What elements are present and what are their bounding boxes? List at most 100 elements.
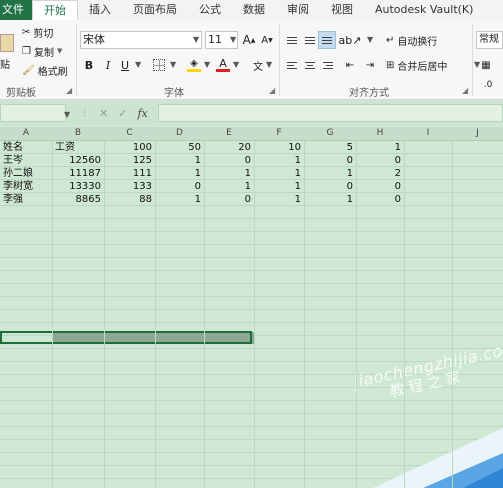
cell[interactable]: 20 (204, 141, 251, 154)
column-header[interactable]: I (404, 128, 452, 138)
cell[interactable]: 133 (104, 180, 152, 193)
phonetic-button[interactable]: 文 (250, 56, 266, 74)
cell[interactable]: 1 (155, 193, 201, 206)
font-launcher-icon[interactable]: ◢ (269, 86, 275, 95)
chevron-down-icon[interactable]: ▼ (230, 35, 236, 44)
orientation-button[interactable]: ab↗ (339, 31, 362, 49)
tab-5[interactable]: 数据 (232, 0, 276, 20)
merge-center-button[interactable]: ⊞ 合并后居中 (386, 56, 470, 74)
cell[interactable]: 0 (304, 180, 353, 193)
cell[interactable]: 0 (304, 154, 353, 167)
column-header[interactable]: F (254, 128, 304, 138)
wrap-text-button[interactable]: ↵ 自动换行 (386, 31, 450, 49)
tab-1[interactable]: 开始 (32, 0, 78, 20)
tab-8[interactable]: Autodesk Vault(K) (364, 0, 484, 20)
cell[interactable]: 0 (356, 180, 401, 193)
column-header[interactable]: C (104, 128, 155, 138)
cell[interactable]: 88 (104, 193, 152, 206)
chevron-down-icon[interactable]: ▼ (193, 35, 199, 44)
currency-button[interactable]: ▦ (478, 56, 494, 74)
tab-6[interactable]: 审阅 (276, 0, 320, 20)
chevron-down-icon[interactable]: ▼ (170, 60, 176, 69)
cell[interactable]: 姓名 (0, 141, 49, 154)
cut-button[interactable]: ✂ 剪切 (22, 24, 53, 40)
cell[interactable]: 50 (155, 141, 201, 154)
cell[interactable]: 8865 (52, 193, 101, 206)
column-header[interactable]: H (356, 128, 404, 138)
alignment-launcher-icon[interactable]: ◢ (462, 86, 468, 95)
column-header[interactable]: A (0, 128, 52, 138)
tab-file[interactable]: 文件 (0, 0, 32, 20)
chevron-down-icon[interactable]: ▼ (64, 110, 70, 119)
cell[interactable]: 1 (155, 167, 201, 180)
cell[interactable]: 1 (204, 180, 251, 193)
chevron-down-icon[interactable]: ▼ (233, 60, 239, 69)
align-bottom-button[interactable] (318, 31, 336, 49)
underline-button[interactable]: U (118, 56, 132, 74)
chevron-down-icon[interactable]: ▼ (204, 60, 210, 69)
enter-icon[interactable]: ✓ (118, 107, 127, 120)
cell[interactable]: 1 (304, 193, 353, 206)
tab-4[interactable]: 公式 (188, 0, 232, 20)
cell[interactable]: 李强 (0, 193, 49, 206)
column-header[interactable]: D (155, 128, 204, 138)
insert-function-icon[interactable]: fx (137, 107, 147, 120)
chevron-down-icon[interactable]: ▼ (266, 60, 272, 69)
grow-font-button[interactable]: A ▲ (242, 31, 256, 49)
cell[interactable]: 1 (254, 180, 301, 193)
clipboard-launcher-icon[interactable]: ◢ (66, 86, 72, 95)
italic-button[interactable]: I (101, 56, 115, 74)
cell[interactable]: 2 (356, 167, 401, 180)
cell[interactable]: 王岑 (0, 154, 49, 167)
number-format-field[interactable]: 常规 (476, 31, 503, 49)
cell[interactable]: 李树宽 (0, 180, 49, 193)
cell[interactable]: 10 (254, 141, 301, 154)
copy-button[interactable]: ❐ 复制 ▼ (22, 43, 62, 59)
formula-input[interactable] (158, 104, 503, 122)
chevron-down-icon[interactable]: ▼ (135, 60, 141, 69)
cell[interactable]: 1 (155, 154, 201, 167)
cell[interactable]: 孙二娘 (0, 167, 49, 180)
align-middle-button[interactable] (302, 31, 318, 49)
cell[interactable]: 0 (356, 154, 401, 167)
tab-2[interactable]: 插入 (78, 0, 122, 20)
fill-color-button[interactable]: ◈ (186, 56, 202, 74)
cell[interactable]: 11187 (52, 167, 101, 180)
column-header[interactable]: E (204, 128, 254, 138)
font-color-button[interactable]: A (215, 56, 231, 74)
align-left-button[interactable] (284, 56, 300, 74)
cell[interactable]: 0 (155, 180, 201, 193)
increase-decimal-button[interactable]: .0 (480, 76, 496, 94)
cell[interactable]: 1 (254, 154, 301, 167)
cell[interactable]: 1 (204, 167, 251, 180)
cell[interactable]: 1 (254, 193, 301, 206)
paste-button[interactable]: 贴 (0, 32, 18, 74)
cell[interactable]: 100 (104, 141, 152, 154)
tab-3[interactable]: 页面布局 (122, 0, 188, 20)
cell[interactable]: 111 (104, 167, 152, 180)
align-top-button[interactable] (284, 31, 300, 49)
font-name-field[interactable]: 宋体 (80, 31, 202, 49)
borders-button[interactable] (150, 56, 168, 74)
cell[interactable]: 0 (204, 193, 251, 206)
chevron-down-icon[interactable]: ▼ (367, 35, 373, 44)
cell[interactable]: 125 (104, 154, 152, 167)
align-right-button[interactable] (320, 56, 336, 74)
column-header[interactable]: B (52, 128, 104, 138)
decrease-indent-button[interactable]: ⇤ (342, 56, 358, 74)
cell[interactable]: 12560 (52, 154, 101, 167)
cell[interactable]: 1 (356, 141, 401, 154)
shrink-font-button[interactable]: A ▼ (260, 31, 274, 49)
column-header[interactable]: G (304, 128, 356, 138)
column-header[interactable]: J (452, 128, 503, 138)
cell[interactable]: 0 (204, 154, 251, 167)
format-painter-button[interactable]: 🖌 格式刷 (22, 62, 68, 78)
cancel-icon[interactable]: ✕ (99, 107, 108, 120)
cell[interactable]: 0 (356, 193, 401, 206)
cell[interactable]: 5 (304, 141, 353, 154)
tab-7[interactable]: 视图 (320, 0, 364, 20)
increase-indent-button[interactable]: ⇥ (362, 56, 378, 74)
cell[interactable]: 13330 (52, 180, 101, 193)
align-center-button[interactable] (302, 56, 318, 74)
cell[interactable]: 1 (304, 167, 353, 180)
